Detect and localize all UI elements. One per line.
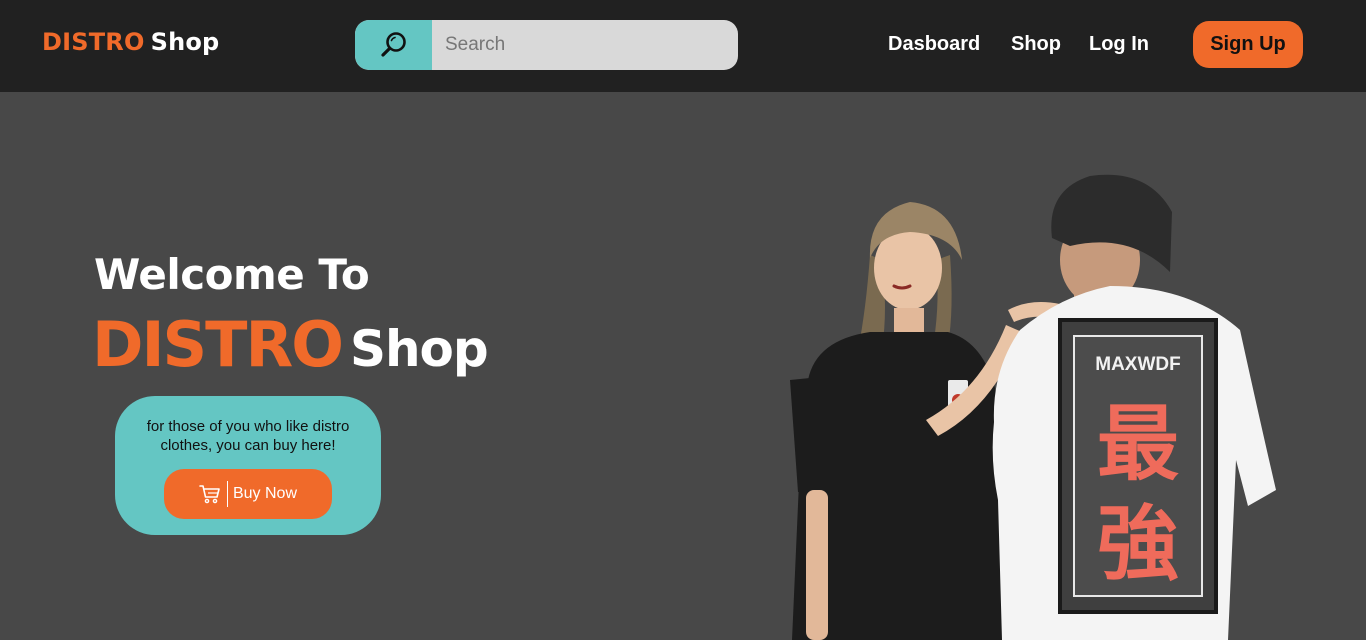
- cart-icon: [199, 485, 220, 504]
- shirt-char-2: 強: [1097, 497, 1179, 592]
- nav-link-login[interactable]: Log In: [1089, 33, 1149, 56]
- hero-brand-primary: DISTRO: [92, 308, 344, 381]
- nav-link-shop[interactable]: Shop: [1011, 33, 1061, 56]
- shirt-brand-text: MAXWDF: [1095, 354, 1180, 375]
- search-input[interactable]: [445, 20, 725, 70]
- button-divider: [226, 481, 228, 507]
- promo-card: for those of you who like distro clothes…: [115, 396, 381, 535]
- shirt-char-1: 最: [1097, 397, 1179, 492]
- top-navbar: DISTROShop Dasboard Shop Log In Sign Up: [0, 0, 1366, 92]
- hero-models-image: MAXWDF 最 強: [790, 174, 1276, 640]
- model-woman: [790, 202, 1004, 640]
- hero-brand-secondary: Shop: [349, 320, 489, 378]
- logo-primary-text: DISTRO: [42, 28, 145, 56]
- promo-tagline: for those of you who like distro clothes…: [146, 418, 350, 454]
- logo-secondary-text: Shop: [150, 28, 220, 56]
- signup-button[interactable]: Sign Up: [1193, 21, 1303, 68]
- search-bar: [355, 20, 738, 70]
- search-button[interactable]: [355, 20, 432, 70]
- buy-now-label: Buy Now: [232, 485, 298, 502]
- site-logo[interactable]: DISTRO Shop: [42, 28, 219, 56]
- hero-brand-heading: DISTRO Shop: [92, 308, 489, 381]
- search-icon: [380, 32, 406, 57]
- hero-welcome-heading: Welcome To: [94, 250, 370, 299]
- nav-link-dashboard[interactable]: Dasboard: [888, 33, 980, 56]
- buy-now-button[interactable]: Buy Now: [164, 469, 332, 519]
